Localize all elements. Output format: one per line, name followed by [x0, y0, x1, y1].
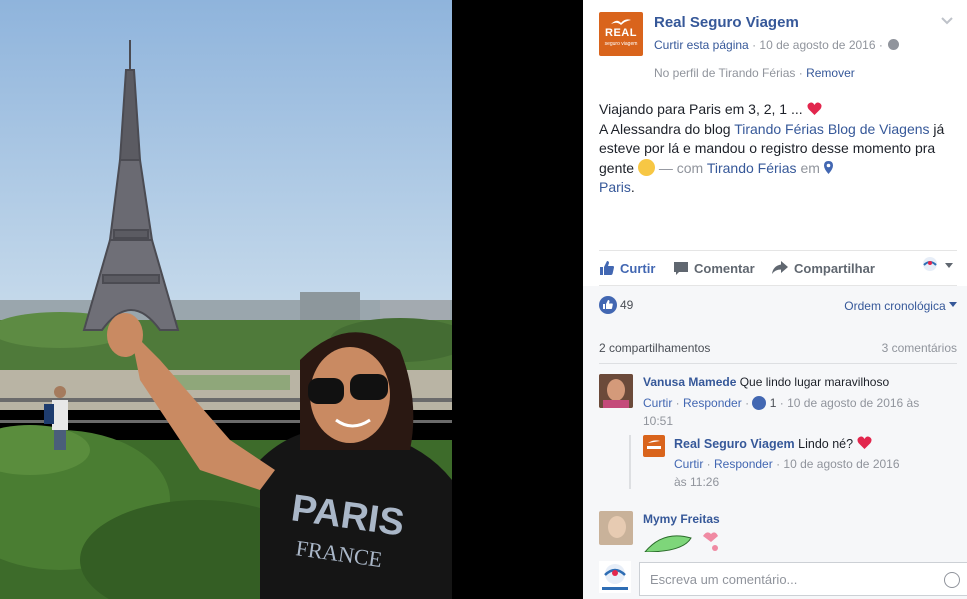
- tagged-page-link[interactable]: Tirando Férias: [707, 160, 797, 176]
- emoji-icon[interactable]: [944, 572, 960, 588]
- blog-link[interactable]: Tirando Férias Blog de Viagens: [734, 121, 929, 137]
- reply-body: Real Seguro Viagem Lindo né?: [674, 436, 954, 453]
- shares-count[interactable]: 2 compartilhamentos: [599, 341, 710, 355]
- location-link[interactable]: Paris: [599, 179, 631, 195]
- post-line2a: A Alessandra do blog: [599, 120, 735, 137]
- share-button[interactable]: Compartilhar: [771, 260, 875, 276]
- divider: [599, 363, 957, 364]
- divider: [599, 250, 957, 251]
- likes-count: 49: [620, 298, 634, 312]
- like-reaction-icon: [752, 396, 767, 410]
- heart-emoji-icon: [806, 102, 822, 115]
- share-label: Compartilhar: [794, 261, 875, 276]
- sticker-image: [644, 532, 718, 552]
- logo-text: REAL: [605, 27, 637, 39]
- comment-placeholder: Escreva um comentário...: [650, 572, 798, 587]
- post-message: Viajando para Paris em 3, 2, 1 ... A Ale…: [599, 100, 955, 198]
- comment-button[interactable]: Comentar: [673, 260, 755, 276]
- with-separator: — com: [654, 159, 707, 176]
- like-reaction-icon: [599, 296, 617, 314]
- meta-dot: ·: [878, 38, 887, 52]
- post-line1: Viajando para Paris em 3, 2, 1 ...: [599, 101, 803, 117]
- profile-prefix: No perfil de Tirando Férias: [654, 66, 796, 80]
- reactions-summary[interactable]: 49: [599, 296, 633, 314]
- post-meta: Curtir esta página · 10 de agosto de 201…: [654, 38, 900, 52]
- in-word: em: [796, 159, 824, 176]
- post-as-selector[interactable]: [921, 256, 957, 274]
- comment-like-link[interactable]: Curtir: [674, 457, 703, 471]
- comment-meta: Curtir · Responder · 1 · 10 de agosto de…: [643, 396, 920, 428]
- comment-body: Mymy Freitas: [643, 511, 720, 528]
- order-label: Ordem cronológica: [844, 299, 946, 313]
- page-logo[interactable]: REAL seguro viagem: [599, 12, 643, 56]
- comments-count[interactable]: 3 comentários: [882, 341, 957, 355]
- comment-date[interactable]: 10 de agosto de 2016 às: [787, 396, 919, 410]
- comment-reply-link[interactable]: Responder: [683, 396, 742, 410]
- eiffel-tower-photo: PARIS FRANCE: [0, 0, 452, 599]
- tirando-ferias-avatar-icon: [923, 257, 953, 271]
- remove-link[interactable]: Remover: [806, 66, 855, 80]
- comment-input[interactable]: Escreva um comentário...: [639, 562, 967, 596]
- bird-logo-icon: [611, 19, 631, 25]
- reply-thread-line: [629, 435, 631, 489]
- action-bar: Curtir Comentar Compartilhar: [599, 256, 957, 282]
- page-name-link[interactable]: Real Seguro Viagem: [654, 14, 799, 31]
- comment-date[interactable]: 10 de agosto de 2016: [783, 457, 899, 471]
- heart-eyes-emoji-icon: [637, 158, 655, 176]
- comment-text: Que lindo lugar maravilhoso: [739, 375, 890, 389]
- comment-icon: [674, 262, 688, 275]
- comment-text: Lindo né?: [798, 437, 854, 451]
- avatar[interactable]: [643, 435, 665, 457]
- meta-dot: ·: [795, 66, 807, 80]
- comment-composer: Escreva um comentário...: [599, 561, 967, 596]
- avatar[interactable]: [599, 511, 633, 545]
- commenter-name[interactable]: Vanusa Mamede: [643, 375, 736, 389]
- comment-body: Vanusa Mamede Que lindo lugar maravilhos…: [643, 374, 955, 391]
- comments-section: 49 Ordem cronológica 2 compartilhamentos…: [583, 286, 967, 599]
- lightbox-background: [452, 0, 583, 599]
- post-date[interactable]: 10 de agosto de 2016: [759, 38, 875, 52]
- comment-reply-link[interactable]: Responder: [714, 457, 773, 471]
- logo-subtext: seguro viagem: [604, 41, 638, 47]
- chevron-down-icon[interactable]: [940, 16, 954, 26]
- globe-icon[interactable]: [888, 39, 900, 50]
- share-arrow-icon: [772, 261, 788, 274]
- avatar[interactable]: [599, 374, 633, 408]
- like-page-link[interactable]: Curtir esta página: [654, 38, 749, 52]
- heart-emoji-icon: [857, 436, 872, 449]
- comment-label: Comentar: [694, 261, 755, 276]
- comment-reaction-count[interactable]: 1: [770, 396, 777, 410]
- post-panel: REAL seguro viagem Real Seguro Viagem Cu…: [583, 0, 967, 599]
- tirando-ferias-avatar-icon[interactable]: [599, 561, 631, 593]
- profile-note: No perfil de Tirando Férias · Remover: [654, 66, 855, 80]
- commenter-name[interactable]: Real Seguro Viagem: [674, 437, 795, 451]
- comment-time[interactable]: 10:51: [643, 414, 673, 428]
- thumbs-up-icon: [600, 261, 614, 275]
- comment-like-link[interactable]: Curtir: [643, 396, 672, 410]
- reply-meta: Curtir · Responder · 10 de agosto de 201…: [674, 457, 900, 489]
- post-photo[interactable]: PARIS FRANCE: [0, 0, 452, 599]
- period: .: [630, 179, 635, 195]
- commenter-name[interactable]: Mymy Freitas: [643, 512, 720, 526]
- location-pin-icon: [823, 160, 833, 174]
- like-button[interactable]: Curtir: [599, 260, 655, 276]
- comment-time[interactable]: às 11:26: [674, 475, 719, 489]
- like-label: Curtir: [620, 261, 656, 276]
- comment-order-dropdown[interactable]: Ordem cronológica: [844, 299, 957, 313]
- caret-down-icon: [949, 302, 957, 307]
